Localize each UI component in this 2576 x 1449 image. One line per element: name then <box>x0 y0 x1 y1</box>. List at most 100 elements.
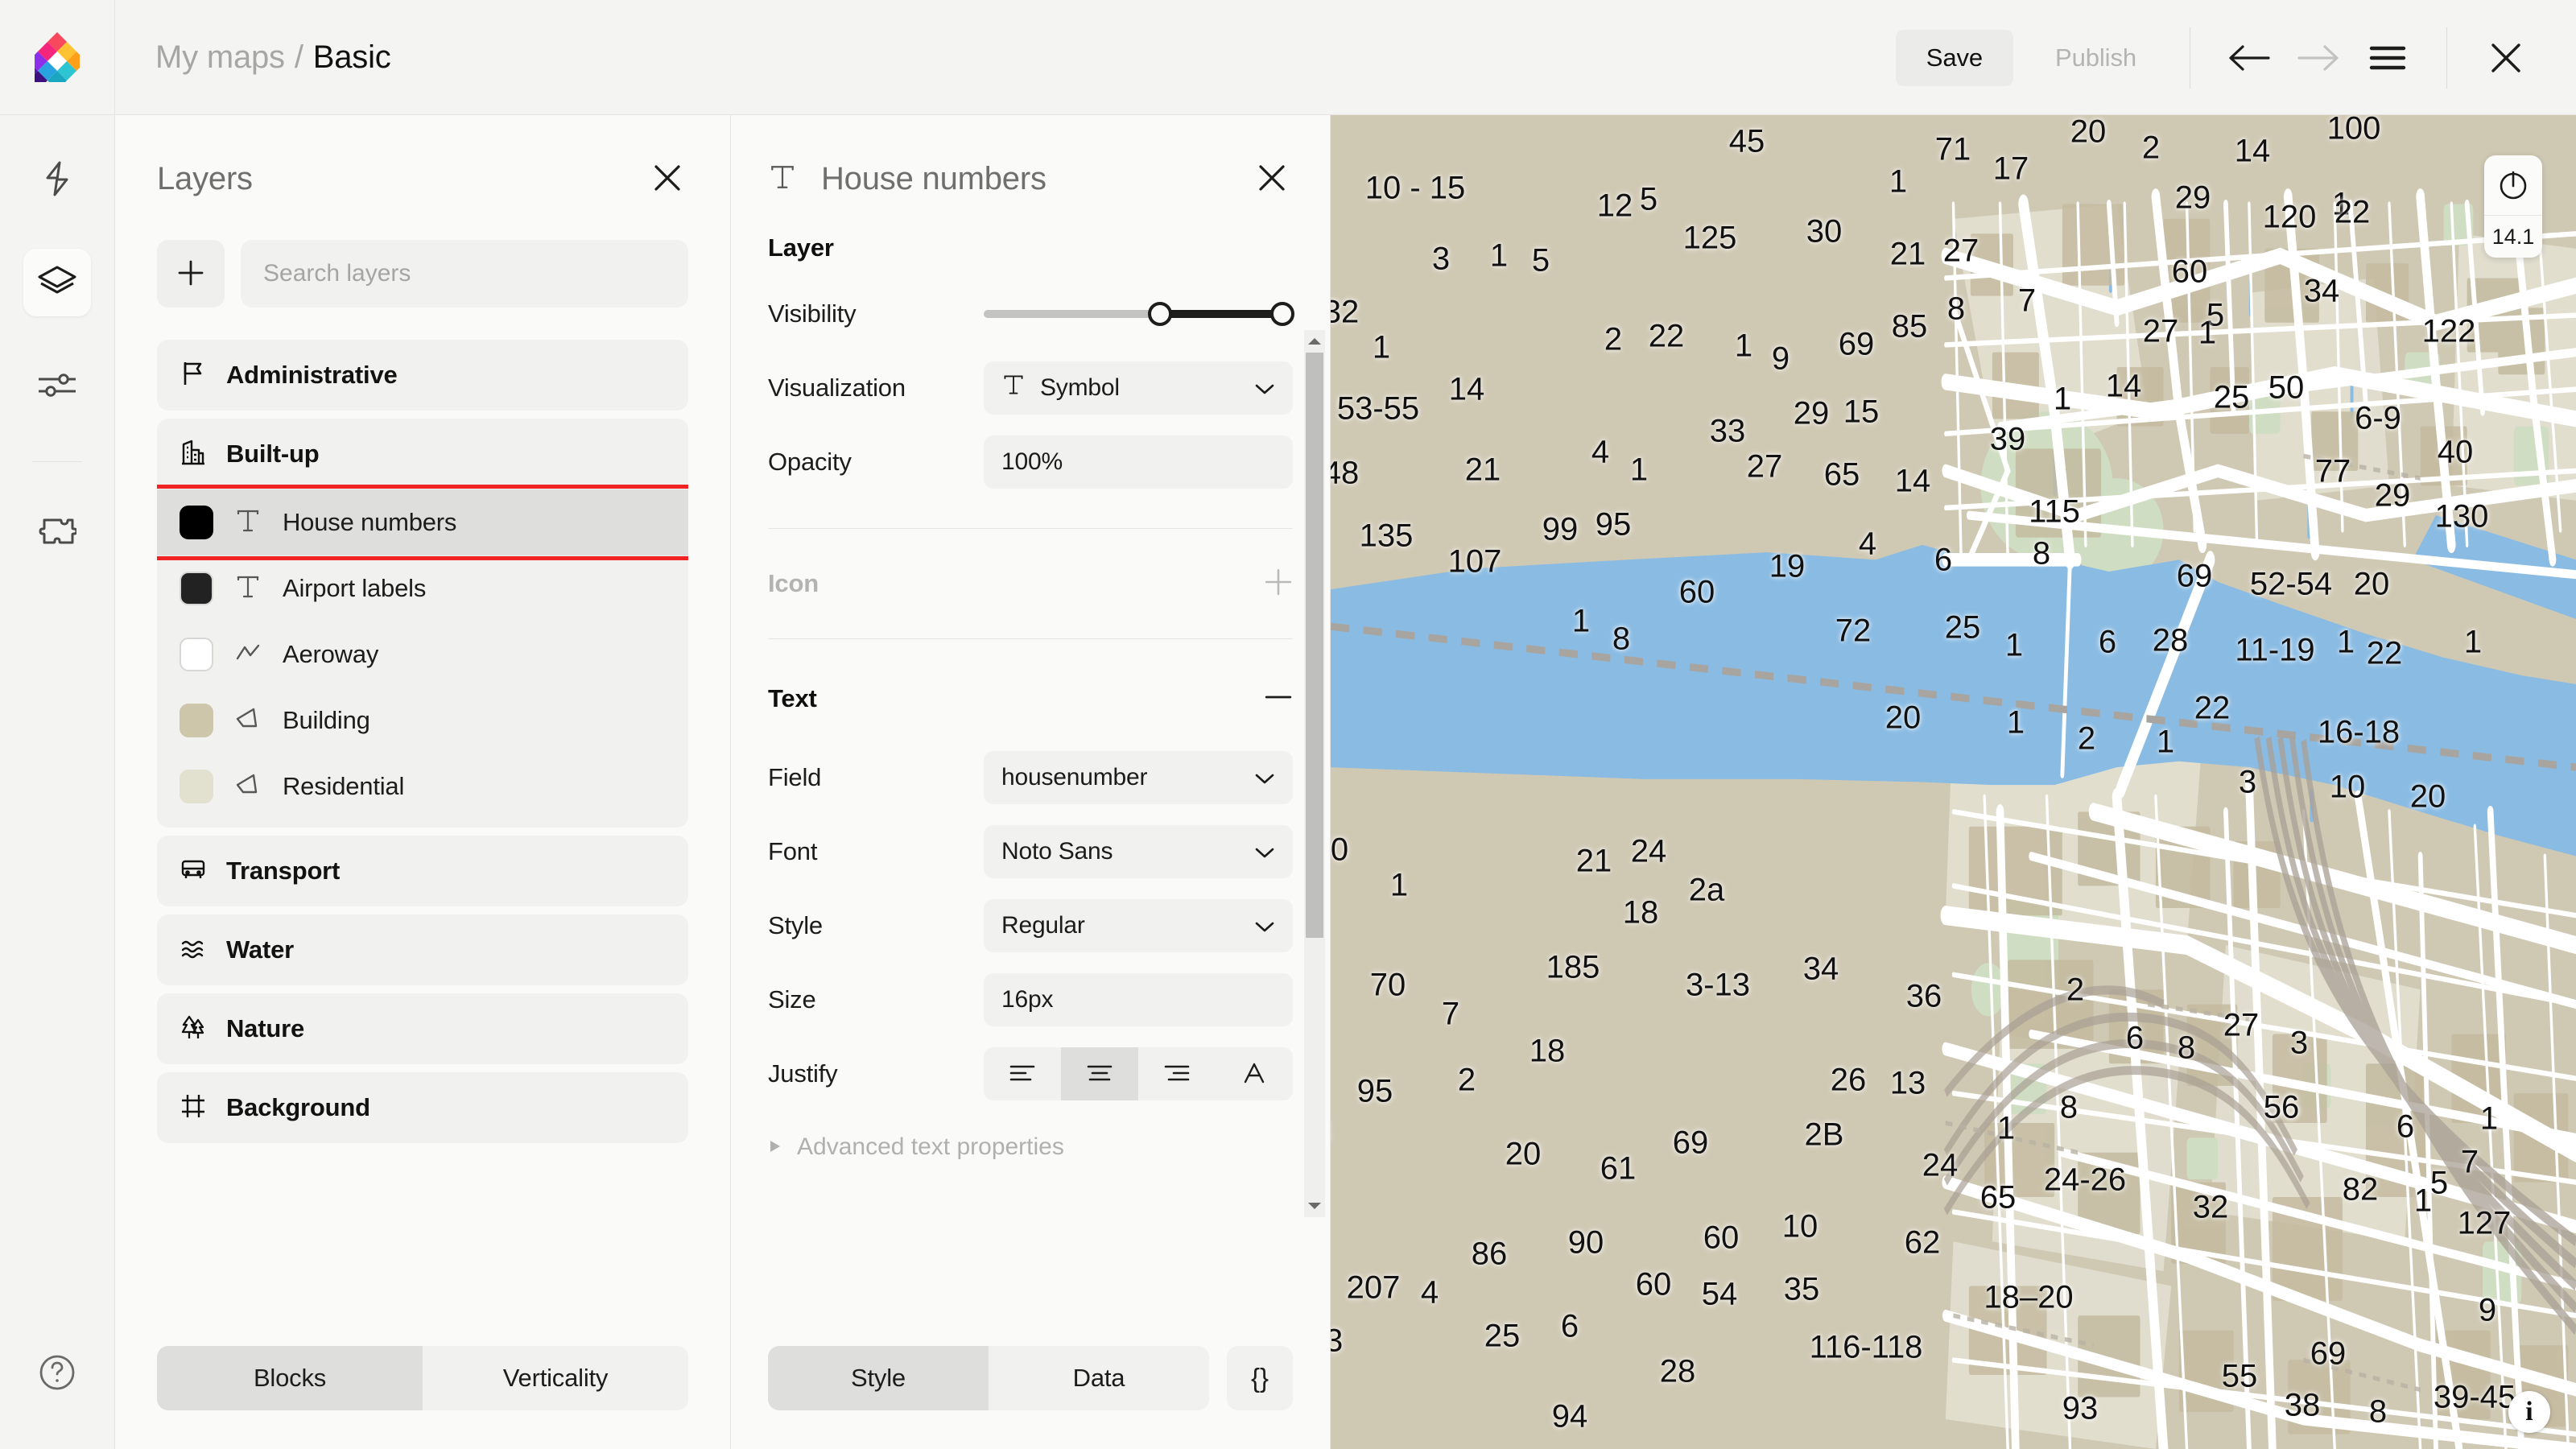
size-input[interactable]: 16px <box>984 973 1293 1026</box>
map-house-number: 71 <box>1935 132 1971 168</box>
map-house-number: 7 <box>2018 283 2036 320</box>
close-editor-button[interactable] <box>2471 23 2541 93</box>
map-house-number: 20 <box>2354 567 2390 603</box>
logo-cell[interactable] <box>0 0 115 115</box>
layer-label: Residential <box>283 772 404 801</box>
minus-icon[interactable] <box>1264 683 1293 716</box>
search-layers-input[interactable] <box>263 260 666 287</box>
add-layer-button[interactable] <box>157 240 225 308</box>
properties-scroll-area: Layer Visibility Visuali <box>731 201 1330 1346</box>
close-properties-panel-button[interactable] <box>1251 157 1293 201</box>
layer-row-house-numbers[interactable]: House numbers <box>157 489 688 555</box>
layer-group-header[interactable]: Transport <box>157 836 688 906</box>
field-select[interactable]: housenumber <box>984 751 1293 804</box>
map-house-number: 94 <box>1552 1399 1588 1435</box>
layer-group-header[interactable]: Administrative <box>157 340 688 411</box>
map-house-number: 1 <box>2480 1101 2498 1137</box>
properties-scrollbar[interactable] <box>1304 330 1325 1217</box>
rail-item-settings[interactable] <box>23 352 91 419</box>
map-attribution-button[interactable]: i <box>2508 1391 2550 1433</box>
redo-button[interactable] <box>2284 23 2353 93</box>
map-house-number: 53-55 <box>1337 391 1419 427</box>
layer-row-residential[interactable]: Residential <box>157 753 688 819</box>
layer-group-header[interactable]: Background <box>157 1072 688 1143</box>
compass-bearing-icon[interactable] <box>2496 155 2530 215</box>
layer-group-header[interactable]: Built-up <box>157 419 688 489</box>
layer-row-aeroway[interactable]: Aeroway <box>157 621 688 687</box>
plus-icon[interactable] <box>1264 568 1293 601</box>
layer-color-swatch[interactable] <box>180 506 213 539</box>
map-house-number: 22 <box>2194 691 2231 727</box>
justify-right-button[interactable] <box>1138 1047 1216 1100</box>
map-zoom-indicator[interactable]: 14.1 <box>2484 155 2542 258</box>
section-icon-header[interactable]: Icon <box>768 547 1293 621</box>
section-title-layer: Layer <box>768 233 834 262</box>
opacity-input[interactable]: 100% <box>984 436 1293 489</box>
map-house-number: 17 <box>1993 151 2029 188</box>
rail-item-layers[interactable] <box>23 249 91 316</box>
justify-left-button[interactable] <box>984 1047 1061 1100</box>
map-house-number: 5 <box>1532 243 1550 279</box>
breadcrumb-parent[interactable]: My maps <box>155 39 285 76</box>
map-house-number: 1 <box>2005 628 2023 664</box>
tab-verticality[interactable]: Verticality <box>423 1346 688 1410</box>
layer-row-building[interactable]: Building <box>157 687 688 753</box>
save-button[interactable]: Save <box>1896 30 2013 86</box>
tab-data[interactable]: Data <box>989 1346 1209 1410</box>
chevron-down-icon <box>1254 838 1275 865</box>
font-select[interactable]: Noto Sans <box>984 825 1293 878</box>
map-house-number: 1 <box>2414 1183 2432 1220</box>
map-canvas[interactable]: 45712021410010 - 15125117291251120223153… <box>1331 115 2576 1449</box>
slider-handle-min[interactable] <box>1148 302 1172 326</box>
waves-icon <box>180 935 207 966</box>
map-house-number: 95 <box>1596 507 1632 543</box>
map-house-number: 27 <box>1943 233 1979 270</box>
visibility-range-slider[interactable] <box>984 302 1293 326</box>
layer-color-swatch[interactable] <box>180 770 213 803</box>
layer-color-swatch[interactable] <box>180 704 213 737</box>
advanced-text-properties-toggle[interactable]: Advanced text properties <box>768 1133 1293 1161</box>
json-editor-button[interactable]: {} <box>1227 1346 1293 1410</box>
visualization-select[interactable]: Symbol <box>984 361 1293 415</box>
layer-color-swatch[interactable] <box>180 638 213 671</box>
publish-button[interactable]: Publish <box>2026 30 2165 86</box>
layer-group-label: Nature <box>226 1014 304 1043</box>
arrow-right-icon <box>2297 42 2339 74</box>
map-house-number: 6 <box>2396 1109 2414 1146</box>
section-text-header[interactable]: Text <box>768 657 1293 741</box>
flag-icon <box>180 360 207 391</box>
rail-item-plugins[interactable] <box>23 501 91 568</box>
left-rail <box>0 115 115 1449</box>
map-house-number: 1 <box>1997 1111 2015 1147</box>
layer-color-swatch[interactable] <box>180 572 213 605</box>
menu-button[interactable] <box>2353 23 2422 93</box>
layer-group-header[interactable]: Water <box>157 914 688 985</box>
scroll-down-arrow-icon[interactable] <box>1307 1195 1322 1217</box>
map-house-number: 1 <box>1490 238 1508 275</box>
layer-row-airport-labels[interactable]: Airport labels <box>157 555 688 621</box>
help-button[interactable] <box>23 1340 91 1407</box>
map-house-number: 28 <box>2153 623 2189 659</box>
layer-group-header[interactable]: Nature <box>157 993 688 1064</box>
map-house-number: 27 <box>2143 314 2179 350</box>
search-layers-box[interactable] <box>241 240 688 308</box>
map-house-number: 5 <box>2430 1166 2448 1202</box>
justify-auto-button[interactable] <box>1216 1047 1293 1100</box>
scrollbar-thumb[interactable] <box>1306 353 1323 938</box>
scroll-up-arrow-icon[interactable] <box>1307 330 1322 353</box>
undo-button[interactable] <box>2215 23 2284 93</box>
tab-blocks[interactable]: Blocks <box>157 1346 423 1410</box>
map-house-number: 39-45 <box>2434 1380 2516 1416</box>
rail-item-quick-actions[interactable] <box>23 146 91 213</box>
label-size: Size <box>768 985 984 1014</box>
lightning-bolt-icon <box>39 160 75 200</box>
slider-handle-max[interactable] <box>1270 302 1294 326</box>
layer-group-built-up: Built-up House numbers <box>157 419 688 828</box>
style-select[interactable]: Regular <box>984 899 1293 952</box>
tab-style[interactable]: Style <box>768 1346 989 1410</box>
layer-group-list: Administrative Built-up <box>115 308 730 1151</box>
close-layers-panel-button[interactable] <box>646 157 688 201</box>
justify-center-button[interactable] <box>1061 1047 1138 1100</box>
close-icon <box>1256 184 1288 196</box>
properties-mode-toggle: Style Data <box>768 1346 1209 1410</box>
